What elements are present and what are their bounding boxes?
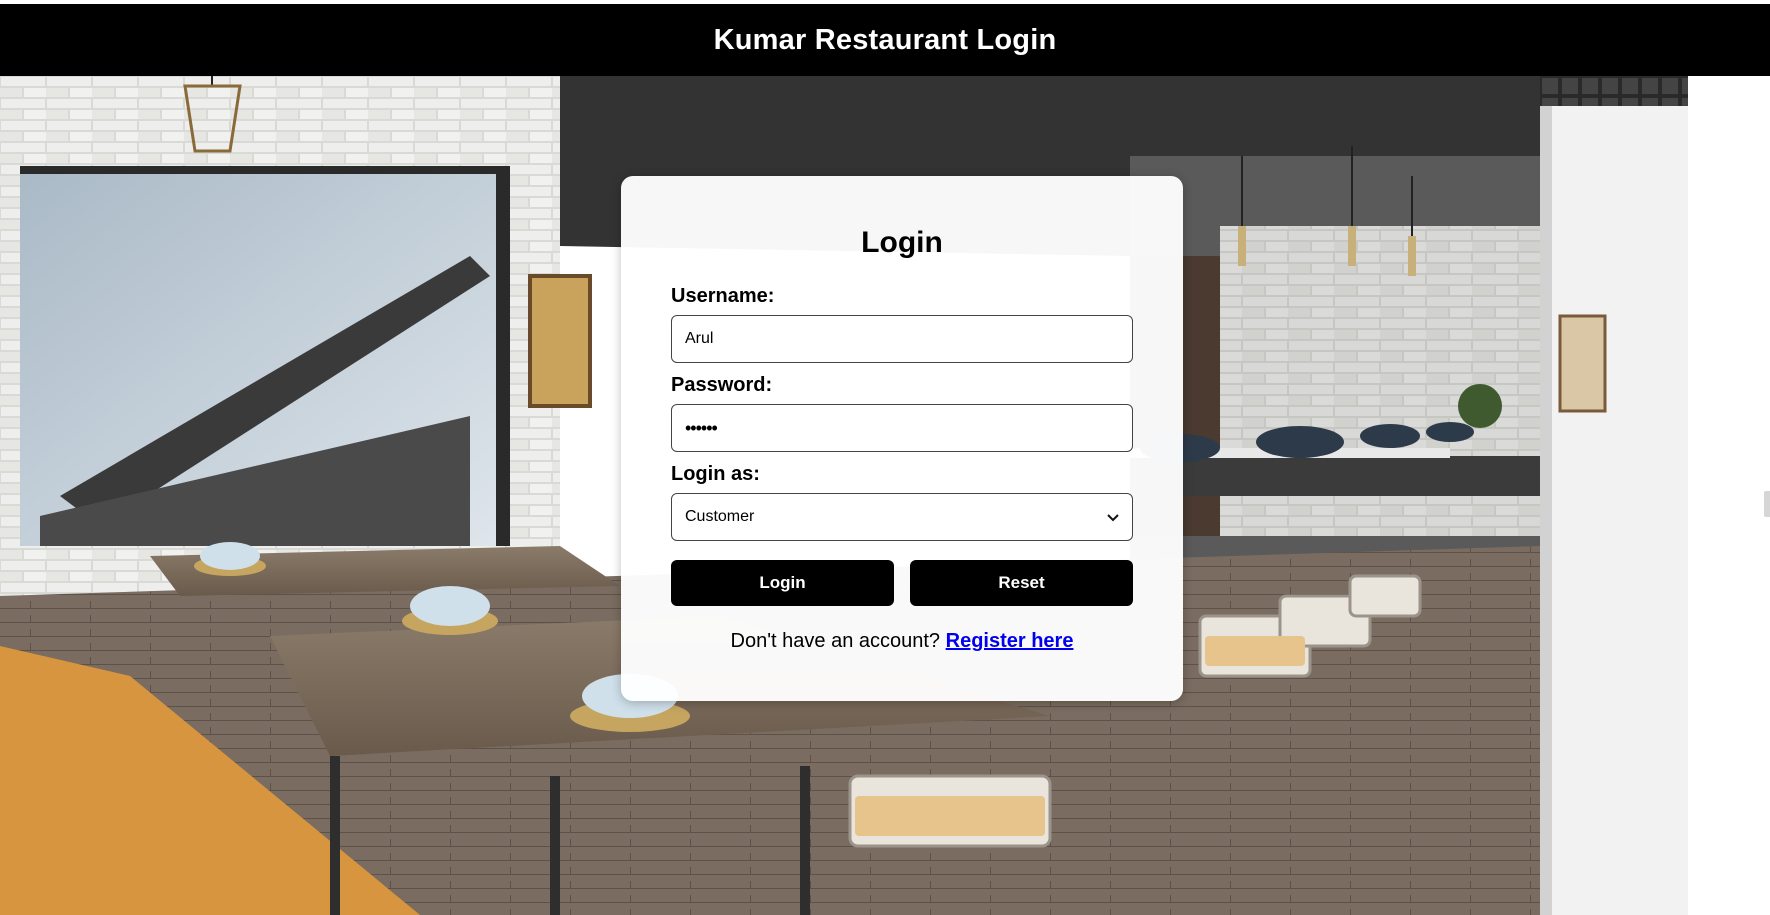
login-heading: Login (861, 226, 943, 259)
login-button[interactable]: Login (671, 560, 894, 606)
right-blank-area (1688, 76, 1770, 915)
side-scroll-handle[interactable] (1764, 491, 1770, 517)
username-value: Arul (685, 330, 714, 347)
button-row: Login Reset (671, 560, 1133, 606)
username-label: Username: (671, 285, 775, 307)
role-select[interactable]: Customer (671, 493, 1133, 541)
register-prompt-text: Don't have an account? (730, 630, 941, 652)
page-header: Kumar Restaurant Login (0, 4, 1770, 76)
register-prompt: Don't have an account? Register here (671, 630, 1133, 653)
reset-button[interactable]: Reset (910, 560, 1133, 606)
register-link[interactable]: Register here (946, 630, 1074, 652)
password-label: Password: (671, 374, 773, 396)
role-label: Login as: (671, 463, 760, 485)
username-input[interactable]: Arul (671, 315, 1133, 363)
page-title: Kumar Restaurant Login (713, 23, 1057, 56)
chevron-down-icon (1107, 509, 1119, 525)
password-value: •••••• (685, 417, 718, 438)
role-selected-value: Customer (685, 508, 755, 525)
login-card: Login Username: Arul Password: •••••• Lo… (621, 176, 1183, 701)
password-input[interactable]: •••••• (671, 404, 1133, 452)
